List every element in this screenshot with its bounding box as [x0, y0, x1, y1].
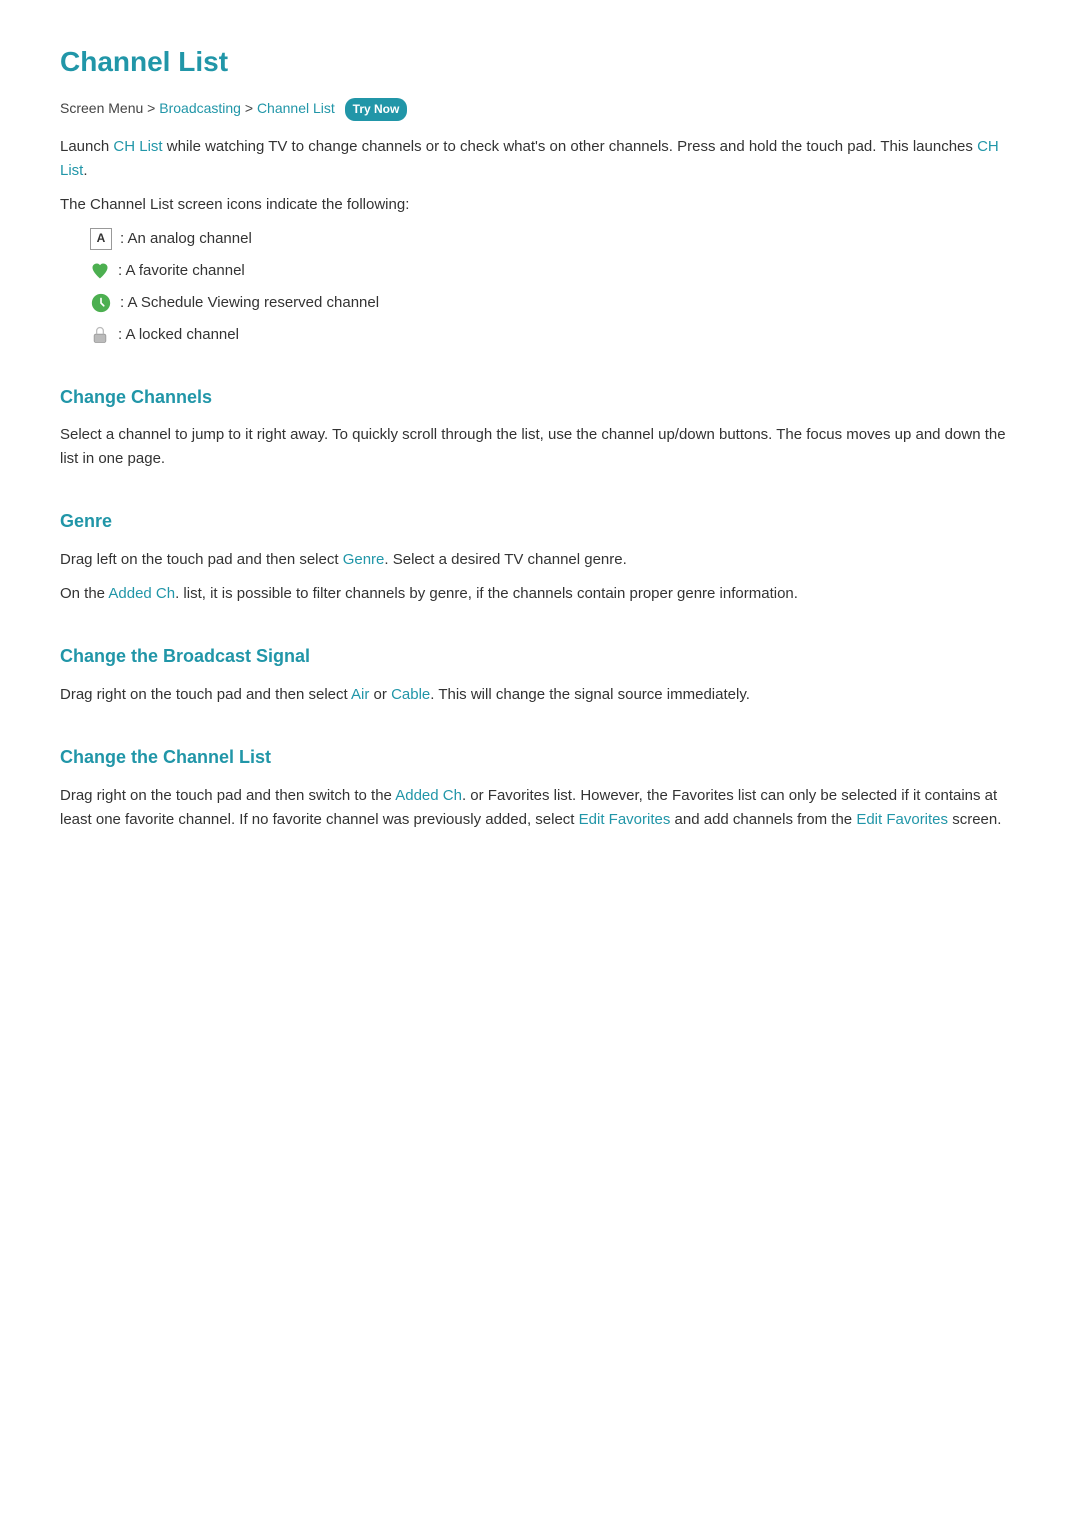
analog-icon: A [90, 228, 112, 250]
section-text-broadcast-signal: Drag right on the touch pad and then sel… [60, 683, 1020, 707]
page-title: Channel List [60, 40, 1020, 85]
breadcrumb-broadcasting[interactable]: Broadcasting [159, 100, 241, 116]
lock-icon [90, 325, 110, 345]
section-text-change-channel-list: Drag right on the touch pad and then swi… [60, 784, 1020, 832]
schedule-desc: : A Schedule Viewing reserved channel [120, 291, 379, 315]
icons-intro-text: The Channel List screen icons indicate t… [60, 193, 1020, 217]
air-link[interactable]: Air [351, 686, 369, 703]
locked-desc: : A locked channel [118, 323, 239, 347]
section-genre: Genre Drag left on the touch pad and the… [60, 507, 1020, 606]
list-item-schedule: : A Schedule Viewing reserved channel [90, 291, 1020, 315]
section-text-change-channels: Select a channel to jump to it right awa… [60, 423, 1020, 471]
added-ch-link-genre[interactable]: Added Ch [108, 585, 175, 602]
breadcrumb: Screen Menu > Broadcasting > Channel Lis… [60, 97, 1020, 121]
clock-icon [90, 292, 112, 314]
cable-link[interactable]: Cable [391, 686, 430, 703]
breadcrumb-prefix: Screen Menu [60, 100, 143, 116]
analog-desc: : An analog channel [120, 227, 252, 251]
ch-list-link-2[interactable]: CH List [60, 138, 999, 179]
breadcrumb-separator2: > [245, 100, 257, 116]
edit-favorites-link-1[interactable]: Edit Favorites [579, 811, 671, 828]
section-change-channels: Change Channels Select a channel to jump… [60, 383, 1020, 472]
section-title-change-channels: Change Channels [60, 383, 1020, 412]
favorite-desc: : A favorite channel [118, 259, 245, 283]
try-now-badge[interactable]: Try Now [345, 98, 408, 121]
added-ch-link-main[interactable]: Added Ch [395, 787, 462, 804]
list-item-locked: : A locked channel [90, 323, 1020, 347]
genre-link[interactable]: Genre [343, 551, 385, 568]
section-title-genre: Genre [60, 507, 1020, 536]
section-text-genre-1: Drag left on the touch pad and then sele… [60, 548, 1020, 572]
section-title-change-channel-list: Change the Channel List [60, 743, 1020, 772]
ch-list-link-1[interactable]: CH List [113, 138, 162, 155]
section-title-broadcast-signal: Change the Broadcast Signal [60, 642, 1020, 671]
icon-list: A : An analog channel : A favorite chann… [90, 227, 1020, 347]
edit-favorites-link-2[interactable]: Edit Favorites [856, 811, 948, 828]
breadcrumb-separator1: > [147, 100, 159, 116]
list-item-analog: A : An analog channel [90, 227, 1020, 251]
section-change-channel-list: Change the Channel List Drag right on th… [60, 743, 1020, 832]
section-broadcast-signal: Change the Broadcast Signal Drag right o… [60, 642, 1020, 707]
heart-icon [90, 261, 110, 281]
intro-paragraph: Launch CH List while watching TV to chan… [60, 135, 1020, 183]
list-item-favorite: : A favorite channel [90, 259, 1020, 283]
breadcrumb-channel-list[interactable]: Channel List [257, 100, 335, 116]
section-text-genre-2: On the Added Ch. list, it is possible to… [60, 582, 1020, 606]
